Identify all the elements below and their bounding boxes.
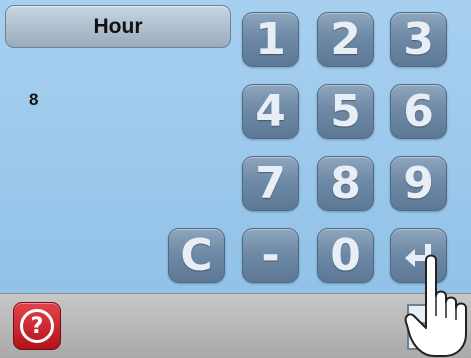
- key-6[interactable]: 6: [390, 84, 447, 139]
- help-button[interactable]: ?: [13, 302, 61, 350]
- key-3[interactable]: 3: [390, 12, 447, 67]
- key-label: -: [261, 229, 280, 281]
- field-label: Hour: [5, 5, 231, 48]
- key-4[interactable]: 4: [242, 84, 299, 139]
- document-icon: [407, 304, 447, 350]
- enter-arrow-icon: [404, 243, 431, 267]
- key-label: C: [180, 229, 213, 281]
- key-label: 4: [255, 85, 286, 137]
- key-label: 3: [403, 13, 434, 65]
- minus-key[interactable]: -: [242, 228, 299, 283]
- key-label: 2: [330, 13, 361, 65]
- document-button[interactable]: [404, 302, 450, 352]
- key-0[interactable]: 0: [317, 228, 374, 283]
- key-label: 0: [330, 229, 361, 281]
- footer-bar: [0, 293, 471, 358]
- key-label: 8: [330, 157, 361, 209]
- question-icon: ?: [20, 309, 54, 343]
- field-value: 8: [29, 90, 39, 109]
- key-2[interactable]: 2: [317, 12, 374, 67]
- key-label: 5: [330, 85, 361, 137]
- key-label: 1: [255, 13, 286, 65]
- key-5[interactable]: 5: [317, 84, 374, 139]
- key-label: 6: [403, 85, 434, 137]
- key-8[interactable]: 8: [317, 156, 374, 211]
- key-label: 9: [403, 157, 434, 209]
- main-panel: Hour 8 1 2 3 4 5 6 7 8 9 C - 0: [0, 0, 471, 293]
- key-1[interactable]: 1: [242, 12, 299, 67]
- clear-key[interactable]: C: [168, 228, 225, 283]
- key-9[interactable]: 9: [390, 156, 447, 211]
- key-7[interactable]: 7: [242, 156, 299, 211]
- enter-key[interactable]: [390, 228, 447, 283]
- key-label: 7: [255, 157, 286, 209]
